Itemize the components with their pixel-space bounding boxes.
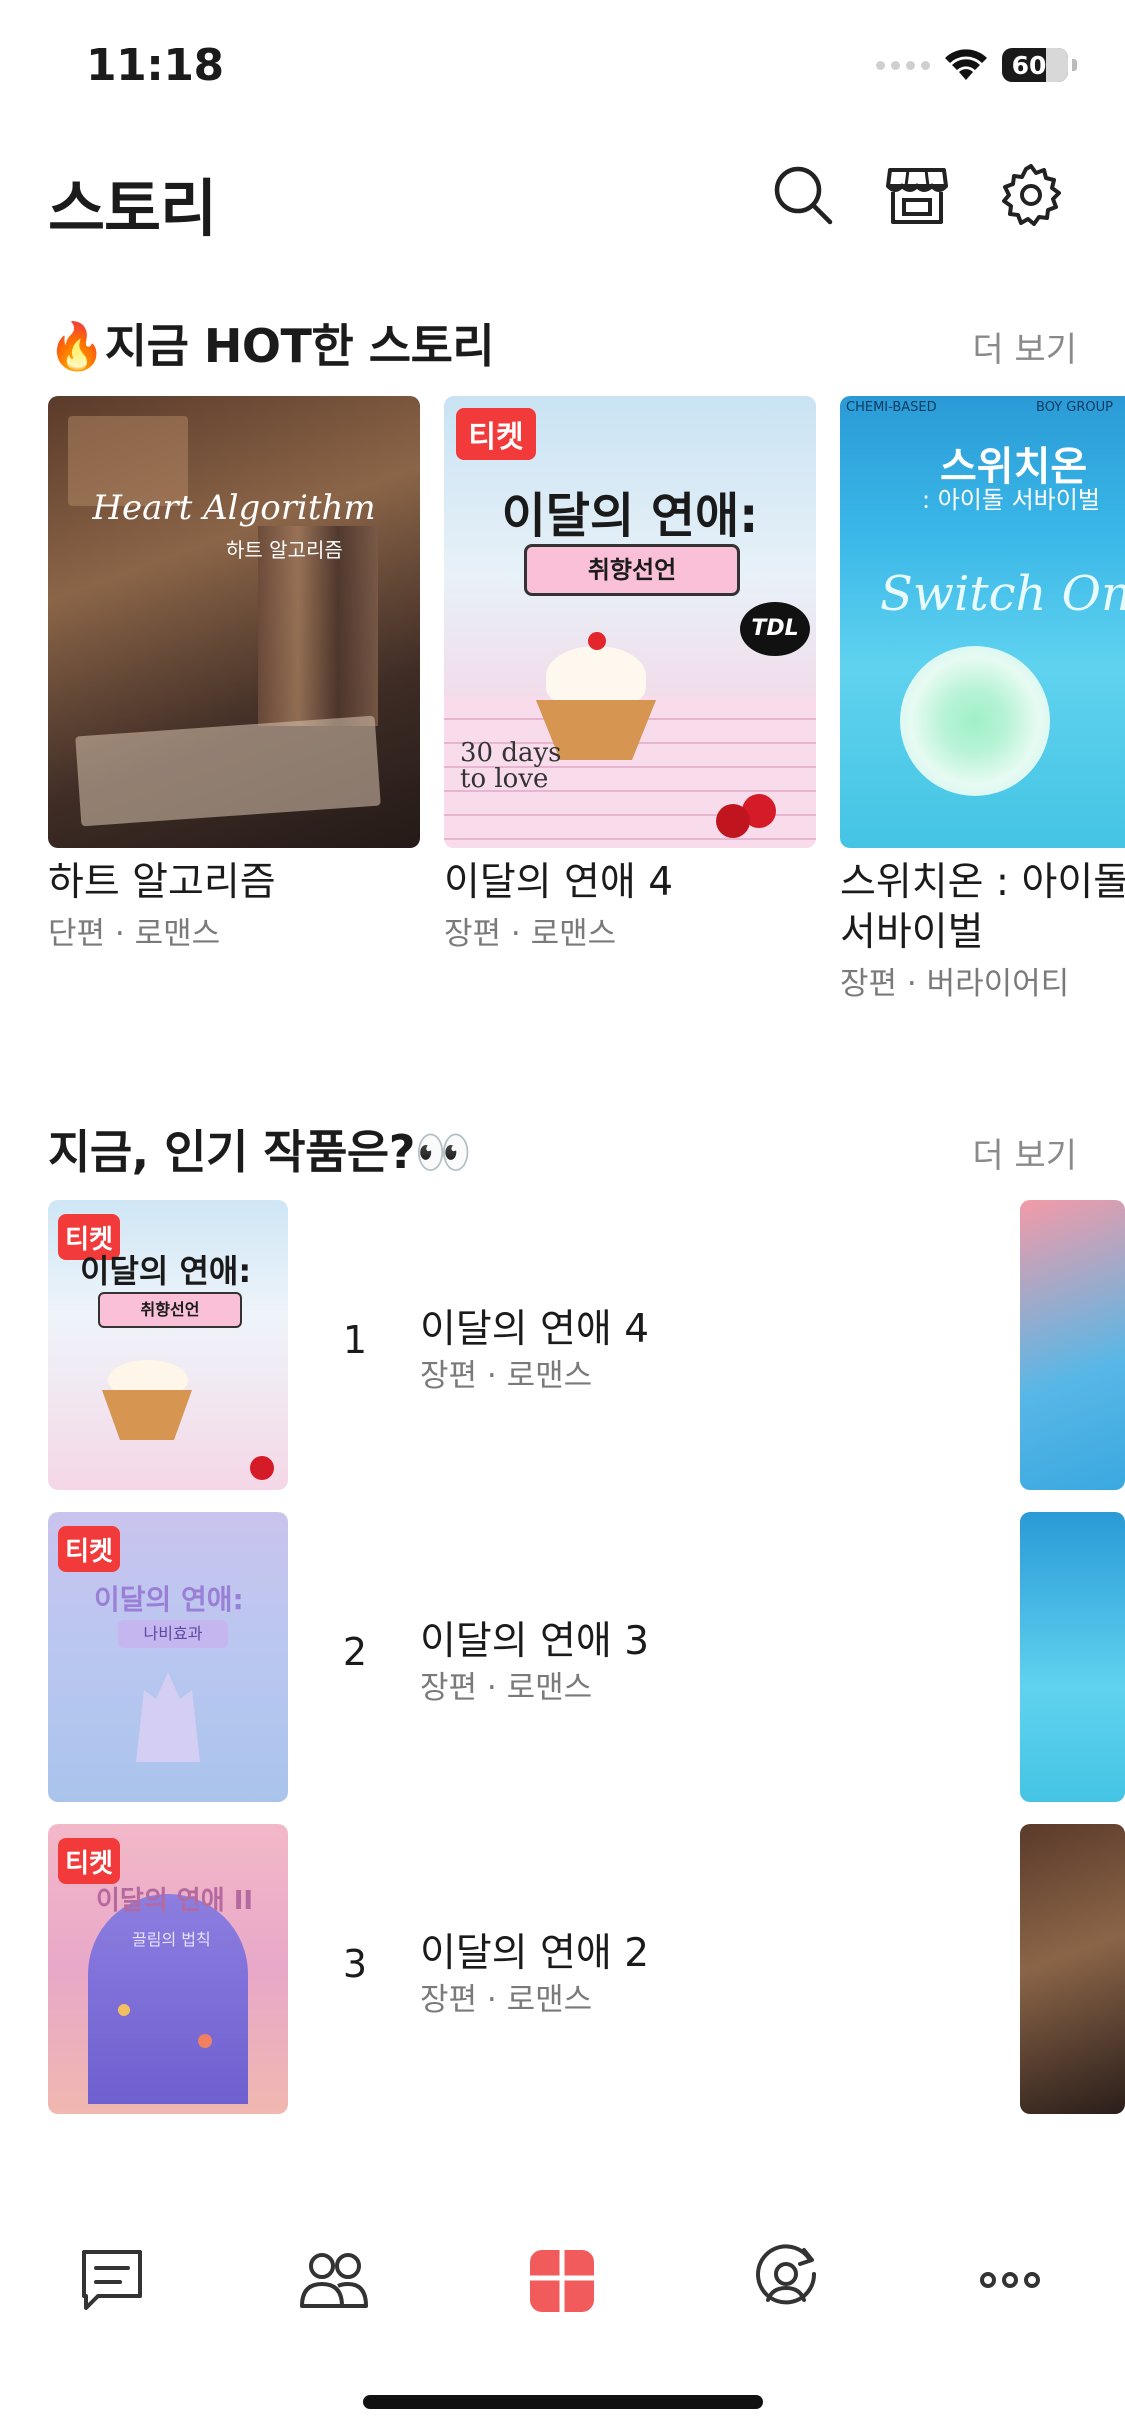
rank-meta: 장편 · 로맨스 <box>420 1982 593 2018</box>
friends-tab-icon[interactable] <box>298 2244 370 2316</box>
rank-number: 1 <box>342 1318 368 1362</box>
rank-title: 이달의 연애 4 <box>420 1307 650 1352</box>
cover-title: 이달의 연애: <box>94 1583 244 1616</box>
hot-more-link[interactable]: 더 보기 <box>972 322 1077 371</box>
popular-row-2[interactable]: 티켓 이달의 연애: 나비효과 2 이달의 연애 3 장편 · 로맨스 <box>0 1512 1010 1802</box>
home-indicator <box>363 2395 763 2409</box>
card-meta: 장편 · 버라이어티 <box>840 966 1070 1002</box>
cover-image: 티켓 이달의 연애: 취향선언 TDL 30 days to love <box>444 396 816 848</box>
cover-title: 이달의 연애 II <box>96 1886 254 1916</box>
popular-row-3[interactable]: 티켓 이달의 연애 II 끌림의 법칙 3 이달의 연애 2 장편 · 로맨스 <box>0 1824 1010 2114</box>
cover-subtitle: 취향선언 <box>98 1292 242 1328</box>
card-title: 이달의 연애 4 <box>444 860 674 905</box>
profile-tab-icon[interactable] <box>750 2244 822 2316</box>
cover-image: Heart Algorithm 하트 알고리즘 <box>48 396 420 848</box>
cover-image: 티켓 이달의 연애: 취향선언 <box>48 1200 288 1490</box>
card-meta: 장편 · 로맨스 <box>444 916 617 952</box>
popular-next-column-cover-3[interactable] <box>1020 1824 1125 2114</box>
cover-subtitle: 하트 알고리즘 <box>226 538 343 562</box>
cover-tag: TDL <box>740 602 810 656</box>
cover-title: 이달의 연애: <box>501 488 759 544</box>
cover-top-left: CHEMI-BASED <box>846 400 937 415</box>
cover-image: 티켓 이달의 연애: 나비효과 <box>48 1512 288 1802</box>
cover-script: Switch On <box>880 566 1125 622</box>
cover-top-right: BOY GROUP <box>1036 400 1113 415</box>
wifi-icon <box>945 49 987 80</box>
popular-section-title: 지금, 인기 작품은?👀 <box>48 1125 472 1179</box>
battery-level: 60 <box>1011 50 1047 80</box>
card-title-line2: 서바이벌 <box>840 910 984 955</box>
rank-number: 3 <box>342 1942 368 1986</box>
cover-subtitle: 취향선언 <box>524 544 740 596</box>
chat-tab-icon[interactable] <box>76 2244 148 2316</box>
cover-title: 이달의 연애: <box>80 1252 252 1290</box>
search-icon[interactable] <box>770 162 836 228</box>
popular-next-column-cover-1[interactable] <box>1020 1200 1125 1490</box>
popular-next-column-cover-2[interactable] <box>1020 1512 1125 1802</box>
cover-subtitle: 끌림의 법칙 <box>132 1930 211 1949</box>
popular-row-1[interactable]: 티켓 이달의 연애: 취향선언 1 이달의 연애 4 장편 · 로맨스 <box>0 1200 1010 1490</box>
hot-card-3[interactable]: CHEMI-BASED BOY GROUP 스위치온 : 아이돌 서바이벌 Sw… <box>840 396 1125 1003</box>
hot-section-title: 🔥지금 HOT한 스토리 <box>48 319 495 373</box>
ticket-badge: 티켓 <box>456 408 536 460</box>
status-indicators: 60 <box>876 48 1077 82</box>
card-meta: 단편 · 로맨스 <box>48 916 221 952</box>
cover-days-text: 30 days to love <box>460 738 562 794</box>
battery-icon: 60 <box>1002 48 1068 82</box>
more-tab-icon[interactable] <box>974 2244 1046 2316</box>
rank-title: 이달의 연애 2 <box>420 1931 650 1976</box>
rank-number: 2 <box>342 1630 368 1674</box>
store-icon[interactable] <box>884 162 950 228</box>
ticket-badge: 티켓 <box>58 1838 120 1884</box>
ticket-badge: 티켓 <box>58 1526 120 1572</box>
cellular-signal-icon <box>876 60 930 70</box>
hot-card-2[interactable]: 티켓 이달의 연애: 취향선언 TDL 30 days to love 이달의 … <box>444 396 816 953</box>
popular-more-link[interactable]: 더 보기 <box>972 1128 1077 1177</box>
card-title: 하트 알고리즘 <box>48 860 276 905</box>
rank-meta: 장편 · 로맨스 <box>420 1670 593 1706</box>
story-tab-icon[interactable] <box>526 2244 598 2316</box>
cover-subtitle: 나비효과 <box>118 1620 228 1648</box>
cover-title: Heart Algorithm <box>92 488 376 528</box>
cover-subtitle: : 아이돌 서바이벌 <box>922 486 1100 514</box>
settings-icon[interactable] <box>998 162 1064 228</box>
rank-title: 이달의 연애 3 <box>420 1619 650 1664</box>
hot-card-1[interactable]: Heart Algorithm 하트 알고리즘 하트 알고리즘 단편 · 로맨스 <box>48 396 420 953</box>
rank-meta: 장편 · 로맨스 <box>420 1358 593 1394</box>
cover-image: CHEMI-BASED BOY GROUP 스위치온 : 아이돌 서바이벌 Sw… <box>840 396 1125 848</box>
page-title: 스토리 <box>48 172 217 245</box>
cover-image: 티켓 이달의 연애 II 끌림의 법칙 <box>48 1824 288 2114</box>
status-time: 11:18 <box>86 40 224 91</box>
card-title-line1: 스위치온 : 아이돌 <box>840 860 1125 905</box>
